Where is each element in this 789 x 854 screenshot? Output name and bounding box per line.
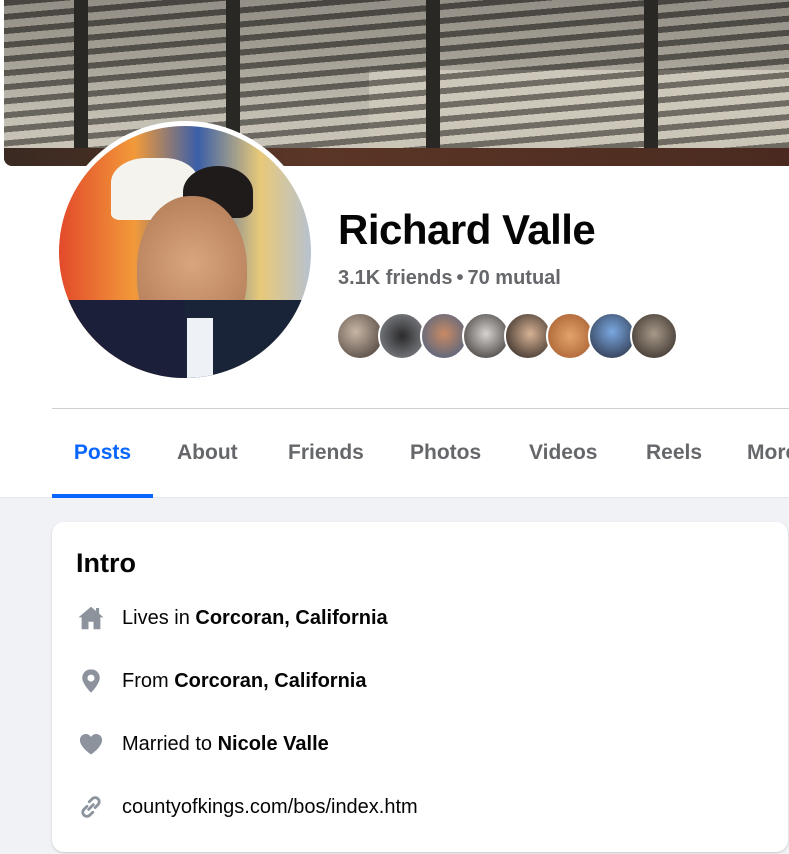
mutual-friend-avatar[interactable] (462, 312, 510, 360)
intro-relationship-text: Married to Nicole Valle (122, 733, 329, 756)
intro-lives-in-text: Lives in Corcoran, California (122, 607, 388, 630)
mutual-friend-avatar[interactable] (504, 312, 552, 360)
tab-label: Photos (410, 441, 482, 464)
lives-prefix: Lives in (122, 606, 190, 629)
profile-header: Richard Valle 3.1K friends • 70 mutual Pos… (0, 0, 789, 498)
location-pin-icon (74, 664, 108, 698)
cover-photo-post (426, 0, 440, 166)
profile-tabs: Posts About Friends Photos Videos Reels … (52, 412, 789, 498)
tab-label: Posts (73, 441, 132, 464)
separator-dot: • (456, 267, 464, 289)
friends-count-link[interactable]: 3.1K friends (338, 267, 452, 289)
profile-page: Richard Valle 3.1K friends • 70 mutual Pos… (0, 0, 789, 854)
mutual-friends-link[interactable]: 70 mutual (468, 267, 561, 289)
mutual-friend-avatar[interactable] (420, 312, 468, 360)
tab-photos[interactable]: Photos (410, 412, 481, 498)
tab-label: More (747, 441, 789, 464)
lives-location-link[interactable]: Corcoran, California (195, 607, 387, 629)
tab-label: About (177, 441, 238, 464)
tab-label: Reels (646, 441, 703, 464)
tab-label: Friends (288, 441, 364, 464)
header-divider (52, 408, 789, 409)
mutual-friend-avatar[interactable] (378, 312, 426, 360)
from-location-link[interactable]: Corcoran, California (174, 670, 366, 692)
spouse-link[interactable]: Nicole Valle (218, 733, 329, 755)
friends-summary: 3.1K friends • 70 mutual (338, 267, 561, 290)
avatar-shirt (187, 318, 213, 378)
mutual-friend-avatar[interactable] (630, 312, 678, 360)
tab-videos[interactable]: Videos (529, 412, 597, 498)
married-prefix: Married to (122, 732, 213, 755)
tab-posts[interactable]: Posts (52, 412, 153, 498)
from-prefix: From (122, 669, 169, 692)
mutual-friend-avatar[interactable] (588, 312, 636, 360)
intro-from: From Corcoran, California (74, 663, 367, 699)
profile-name: Richard Valle (338, 206, 596, 253)
link-icon (74, 790, 108, 824)
profile-avatar[interactable] (54, 121, 316, 383)
tab-reels[interactable]: Reels (646, 412, 702, 498)
intro-title: Intro (76, 548, 136, 578)
profile-avatar-image (59, 126, 311, 378)
intro-card: Intro Lives in Corcoran, California From… (52, 522, 788, 852)
cover-photo-post (74, 0, 88, 166)
website-link[interactable]: countyofkings.com/bos/index.htm (122, 796, 418, 819)
tab-friends[interactable]: Friends (288, 412, 364, 498)
tab-label: Videos (529, 441, 598, 464)
intro-website: countyofkings.com/bos/index.htm (74, 789, 418, 825)
active-tab-indicator (52, 494, 153, 498)
mutual-friend-avatar[interactable] (546, 312, 594, 360)
intro-lives-in: Lives in Corcoran, California (74, 600, 388, 636)
home-icon (74, 601, 108, 635)
tab-about[interactable]: About (177, 412, 238, 498)
mutual-friend-avatar[interactable] (336, 312, 384, 360)
cover-photo-post (644, 0, 658, 166)
tab-more[interactable]: More (747, 412, 789, 498)
intro-relationship: Married to Nicole Valle (74, 726, 329, 762)
heart-icon (74, 727, 108, 761)
intro-from-text: From Corcoran, California (122, 670, 367, 693)
avatar-uniform (59, 300, 185, 378)
